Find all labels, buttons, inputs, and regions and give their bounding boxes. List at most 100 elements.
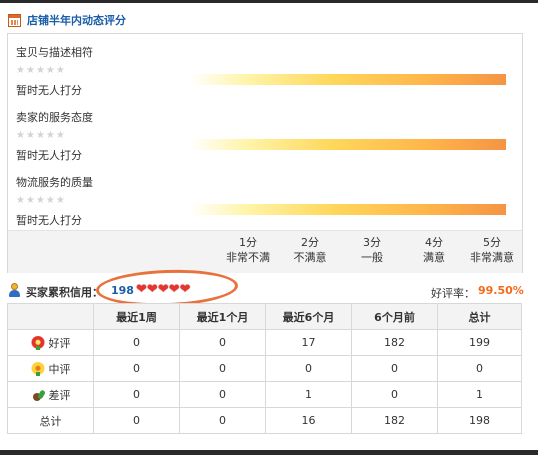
table-header-row: 最近1周 最近1个月 最近6个月 6个月前 总计 [7,303,522,330]
table-cell: 0 [179,407,266,434]
scale-desc: 满意 [423,251,445,264]
good-rate-value: 99.50% [478,284,524,297]
star-rating: ★ ★ ★ ★ ★ [16,196,65,206]
star-icon: ★ [16,65,25,76]
table-cell: 0 [93,407,180,434]
scale-desc: 一般 [361,251,383,264]
rating-gradient-bar [190,139,506,150]
table-cell[interactable]: 0 [179,355,266,382]
table-cell[interactable]: 0 [93,355,180,382]
table-cell[interactable]: 0 [93,381,180,408]
rating-status: 暂时无人打分 [16,84,82,97]
section-header: 店铺半年内动态评分 [8,10,126,30]
wilted-flower-icon [31,388,45,402]
person-icon [8,283,21,298]
yellow-flower-icon [30,361,45,376]
rating-item-description: 宝贝与描述相符 ★ ★ ★ ★ ★ 暂时无人打分 [16,34,516,97]
star-icon: ★ [25,195,35,206]
star-icon: ★ [25,65,35,76]
star-icon: ★ [16,195,25,206]
star-icon: ★ [16,130,25,141]
row-label: 总计 [39,414,62,428]
feedback-stats-table: 最近1周 最近1个月 最近6个月 6个月前 总计 好评 0 0 17 182 1… [7,303,522,434]
star-icon: ★ [55,130,65,141]
scale-tick-2: 2分 不满意 [280,235,340,265]
star-icon: ★ [25,130,35,141]
star-icon: ★ [35,65,45,76]
scale-score: 1分 [239,236,257,249]
table-cell: 198 [437,407,522,434]
scale-tick-1: 1分 非常不满 [218,235,278,265]
buyer-credit-row: 买家累积信用： 198 ❤ ❤ ❤ ❤ ❤ 好评率： 99.50% [8,267,524,309]
star-rating: ★ ★ ★ ★ ★ [16,131,65,141]
table-cell: 0 [437,355,522,382]
table-cell: 182 [351,407,438,434]
table-cell: 199 [437,329,522,356]
star-icon: ★ [35,130,45,141]
star-icon: ★ [55,65,65,76]
table-cell: 1 [437,381,522,408]
row-label-cell: 好评 [7,329,94,356]
top-dark-bar [0,0,538,3]
scale-score: 3分 [363,236,381,249]
rating-status: 暂时无人打分 [16,149,82,162]
table-header [7,303,94,330]
rating-gradient-bar [190,204,506,215]
rating-gradient-bar [190,74,506,85]
star-rating: ★ ★ ★ ★ ★ [16,66,65,76]
table-cell[interactable]: 0 [351,355,438,382]
scale-desc: 不满意 [293,251,327,264]
scale-score: 5分 [483,236,501,249]
table-row-positive: 好评 0 0 17 182 199 [7,329,522,356]
star-icon: ★ [55,195,65,206]
table-header: 6个月前 [351,303,438,330]
row-label: 差评 [48,388,71,402]
table-cell[interactable]: 17 [265,329,352,356]
scale-score: 4分 [425,236,443,249]
section-title: 店铺半年内动态评分 [27,14,126,27]
rating-scale: 1分 非常不满 2分 不满意 3分 一般 4分 满意 5分 非常满意 [8,230,522,273]
table-header: 最近1周 [93,303,180,330]
row-label-cell: 中评 [7,355,94,382]
scale-tick-3: 3分 一般 [342,235,402,265]
table-header: 总计 [437,303,522,330]
rating-label: 卖家的服务态度 [16,111,93,124]
rating-item-service: 卖家的服务态度 ★ ★ ★ ★ ★ 暂时无人打分 [16,99,516,162]
star-icon: ★ [45,195,55,206]
table-row-negative: 差评 0 0 1 0 1 [7,381,522,408]
table-cell: 16 [265,407,352,434]
table-cell[interactable]: 1 [265,381,352,408]
scale-desc: 非常不满 [226,251,270,264]
rating-status: 暂时无人打分 [16,214,82,227]
star-icon: ★ [35,195,45,206]
good-rate-label: 好评率： [431,287,475,300]
table-header: 最近1个月 [179,303,266,330]
table-cell[interactable]: 0 [265,355,352,382]
buyer-credit-label: 买家累积信用： [26,286,103,299]
rating-label: 物流服务的质量 [16,176,93,189]
row-label-cell: 总计 [7,407,94,434]
table-row-total: 总计 0 0 16 182 198 [7,407,522,434]
table-row-neutral: 中评 0 0 0 0 0 [7,355,522,382]
rating-label: 宝贝与描述相符 [16,46,93,59]
rating-item-logistics: 物流服务的质量 ★ ★ ★ ★ ★ 暂时无人打分 [16,164,516,227]
table-cell[interactable]: 0 [179,381,266,408]
scale-desc: 非常满意 [470,251,514,264]
scale-score: 2分 [301,236,319,249]
red-flower-icon [30,335,45,350]
table-header: 最近6个月 [265,303,352,330]
table-cell[interactable]: 0 [179,329,266,356]
dynamic-rating-panel: 宝贝与描述相符 ★ ★ ★ ★ ★ 暂时无人打分 卖家的服务态度 ★ ★ ★ ★ ★ 暂时无人打… [7,33,523,273]
row-label: 中评 [48,362,71,376]
row-label: 好评 [48,336,71,350]
star-icon: ★ [45,130,55,141]
row-label-cell: 差评 [7,381,94,408]
table-cell[interactable]: 0 [351,381,438,408]
scale-tick-4: 4分 满意 [404,235,464,265]
scale-tick-5: 5分 非常满意 [462,235,522,265]
bottom-dark-bar [0,450,538,455]
table-cell[interactable]: 182 [351,329,438,356]
calendar-icon [8,13,21,27]
table-cell[interactable]: 0 [93,329,180,356]
star-icon: ★ [45,65,55,76]
